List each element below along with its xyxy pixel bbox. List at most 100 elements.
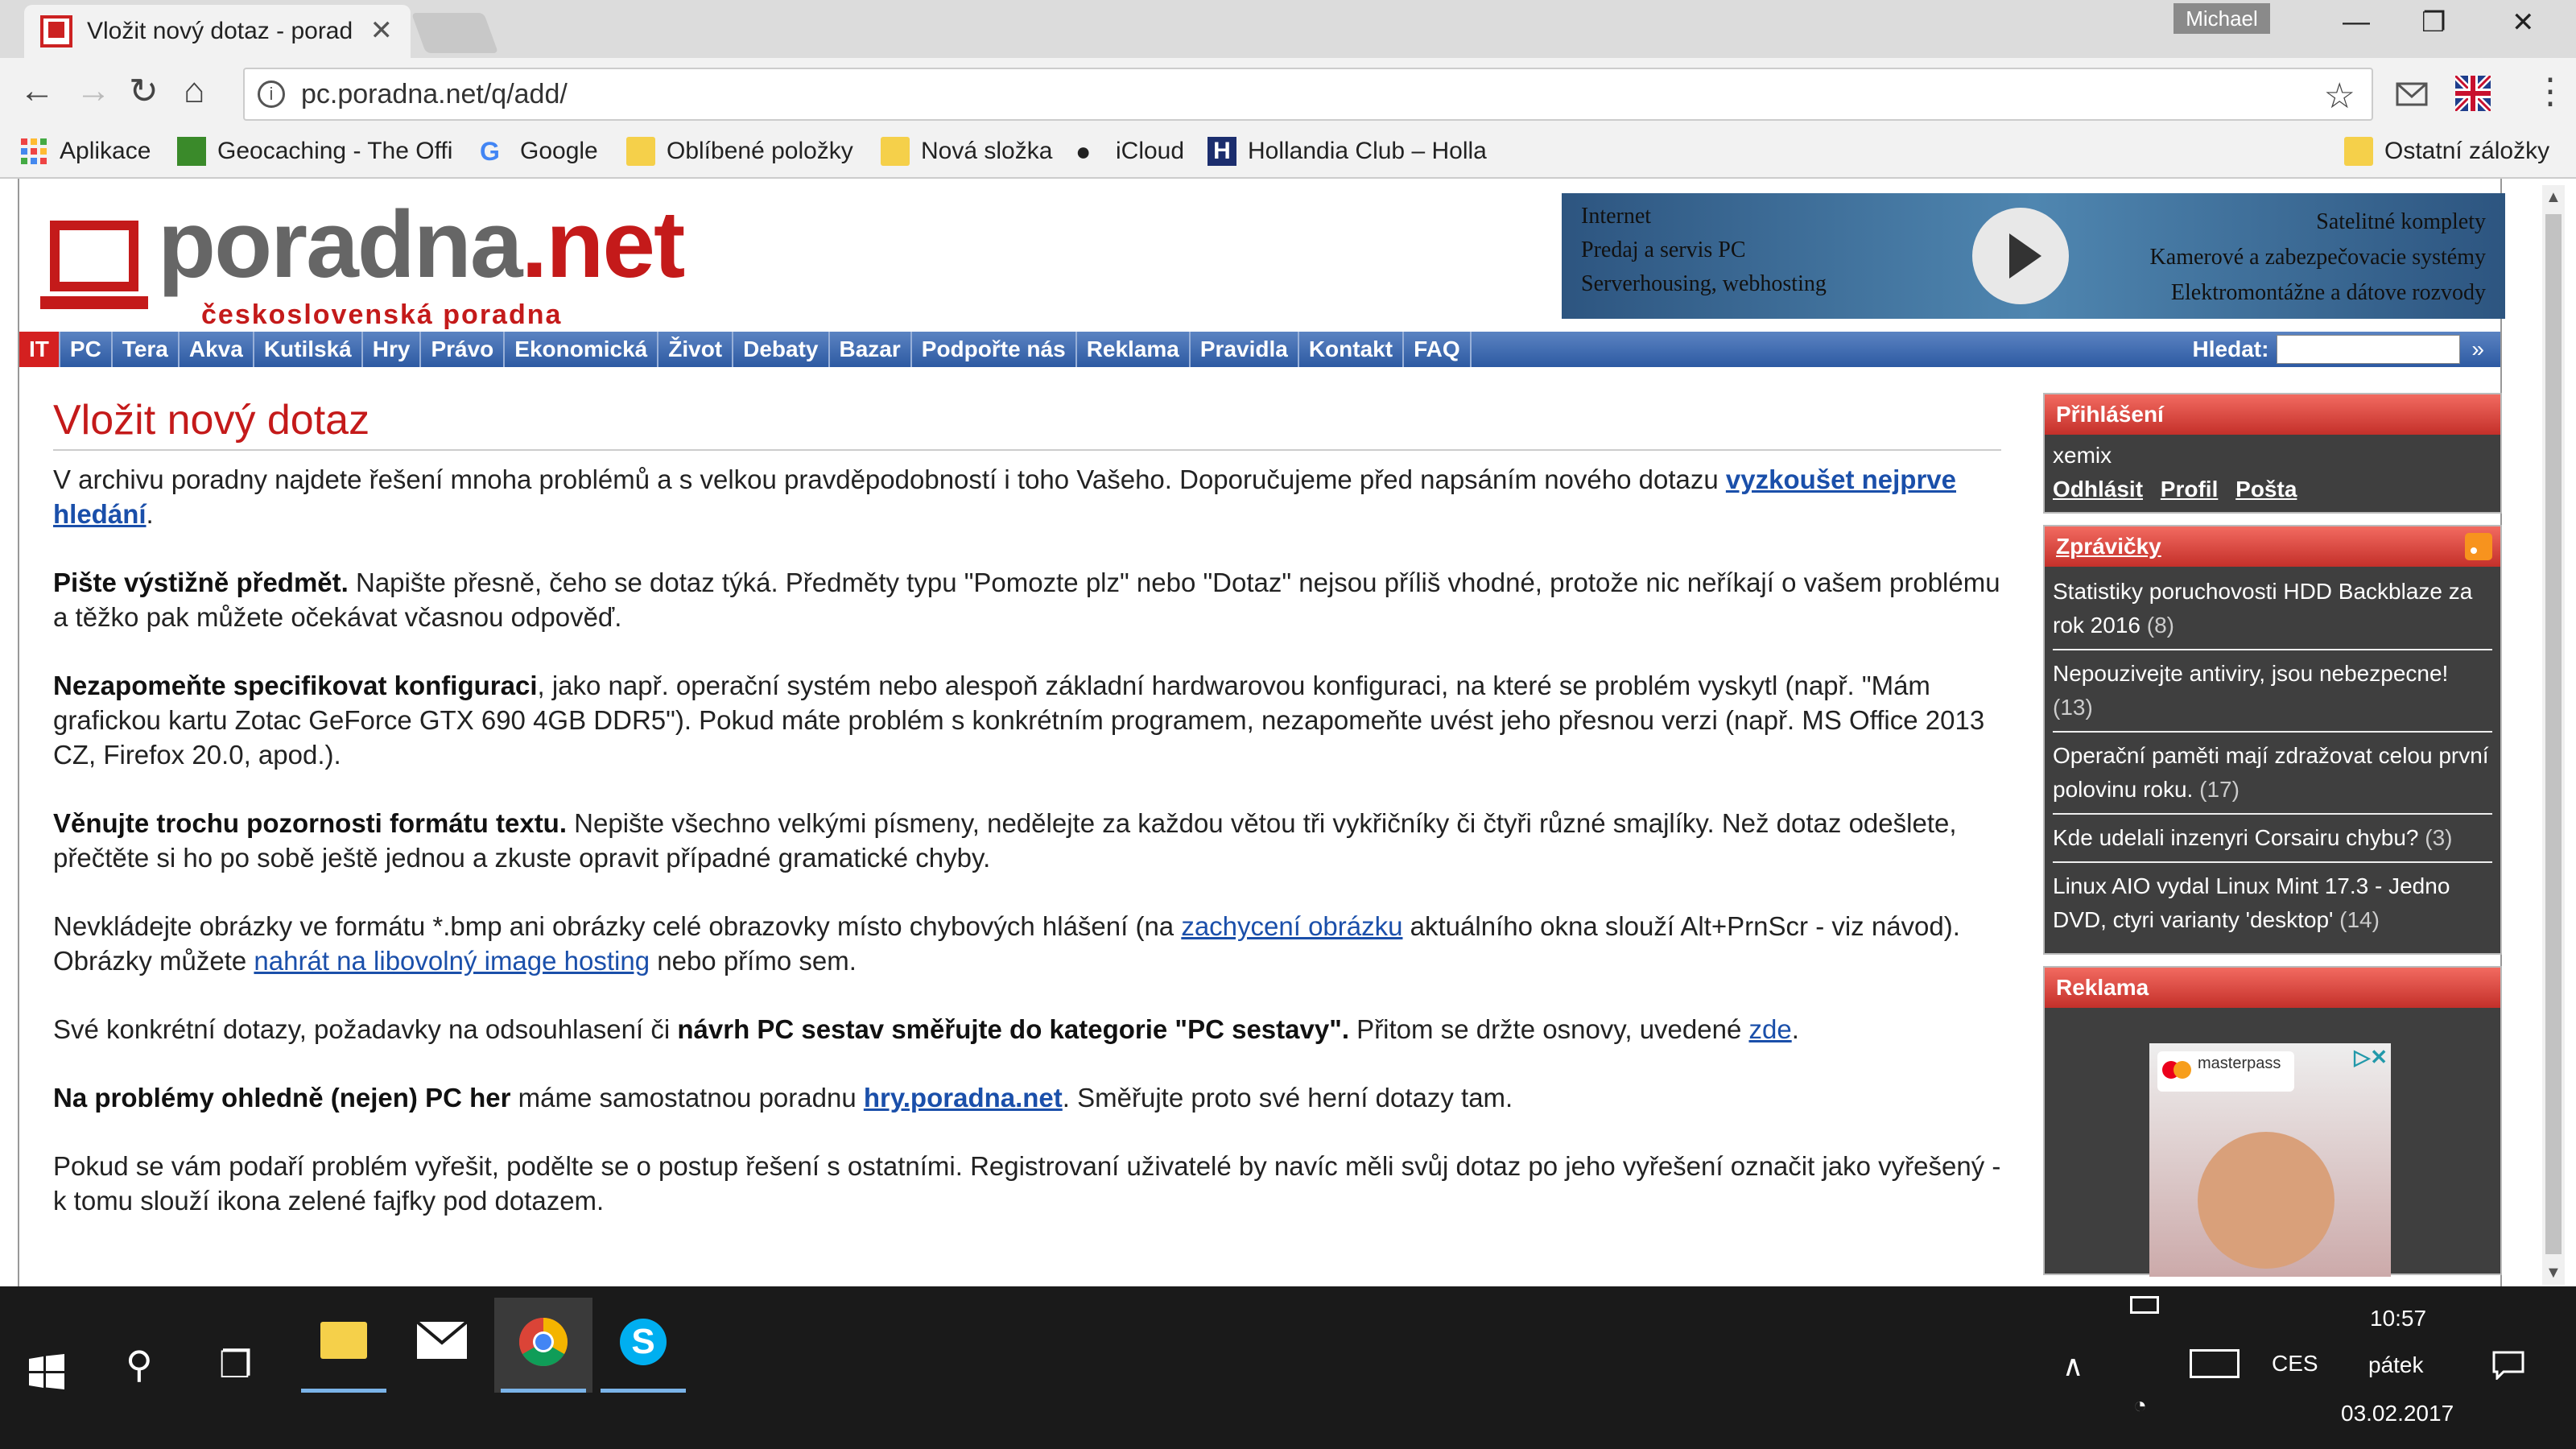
nav-faq[interactable]: FAQ <box>1404 332 1472 367</box>
scrollbar[interactable]: ▲ ▼ <box>2542 185 2565 1285</box>
nav-pravo[interactable]: Právo <box>421 332 506 367</box>
chrome-icon <box>518 1318 568 1367</box>
hollandia-icon: H <box>1208 137 1236 166</box>
news-item[interactable]: Kde udelali inzenyri Corsairu chybu? (3) <box>2053 815 2492 863</box>
bookmark-google[interactable]: G Google <box>480 137 598 166</box>
forward-icon[interactable]: → <box>76 71 111 111</box>
nav-zivot[interactable]: Život <box>658 332 734 367</box>
scroll-thumb[interactable] <box>2545 214 2562 1254</box>
outline-link[interactable]: zde <box>1748 1014 1791 1044</box>
nav-akva[interactable]: Akva <box>180 332 254 367</box>
nav-pravidla[interactable]: Pravidla <box>1191 332 1299 367</box>
rss-icon[interactable] <box>2465 533 2492 560</box>
paragraph-config: Nezapomeňte specifikovat konfiguraci, ja… <box>53 671 1985 770</box>
nav-hry[interactable]: Hry <box>363 332 422 367</box>
uk-flag-icon[interactable] <box>2455 76 2491 111</box>
bookmark-geocaching[interactable]: Geocaching - The Offi <box>177 137 452 166</box>
clock-date[interactable]: 03.02.2017 <box>2341 1401 2454 1426</box>
bookmark-apps[interactable]: Aplikace <box>19 137 151 166</box>
games-site-link[interactable]: hry.poradna.net <box>864 1083 1063 1113</box>
search-input[interactable] <box>2277 335 2461 364</box>
ad-image[interactable]: masterpass ▷✕ <box>2149 1043 2391 1277</box>
mail-link[interactable]: Pošta <box>2235 477 2297 502</box>
tab-strip: Vložit nový dotaz - porad ✕ Michael — ❐ … <box>0 0 2576 58</box>
keyboard-icon[interactable] <box>2190 1349 2240 1378</box>
address-bar[interactable]: i pc.poradna.net/q/add/ ☆ <box>243 68 2373 121</box>
play-icon[interactable] <box>1972 208 2069 304</box>
site-info-icon[interactable]: i <box>258 80 285 108</box>
wifi-icon[interactable]: ◔ <box>2133 1393 2147 1418</box>
bookmark-star-icon[interactable]: ☆ <box>2324 76 2355 117</box>
tab-title: Vložit nový dotaz - porad <box>87 18 353 44</box>
clock-time[interactable]: 10:57 <box>2370 1306 2426 1331</box>
reload-icon[interactable]: ↻ <box>129 71 159 112</box>
nav-it[interactable]: IT <box>19 332 60 367</box>
battery-icon[interactable] <box>2130 1296 2159 1314</box>
browser-toolbar: ← → ↻ ⌂ i pc.poradna.net/q/add/ ☆ ⋮ <box>0 58 2576 130</box>
username: xemix <box>2053 443 2112 468</box>
profile-button[interactable]: Michael <box>2174 3 2270 34</box>
bookmark-other[interactable]: Ostatní záložky <box>2344 137 2549 166</box>
minimize-icon[interactable]: — <box>2343 6 2370 38</box>
task-view-icon[interactable]: ❐ <box>219 1343 252 1386</box>
google-icon: G <box>480 137 500 166</box>
bookmark-folder-nova[interactable]: Nová složka <box>881 137 1052 166</box>
skype-icon: S <box>620 1319 667 1365</box>
bookmark-icloud[interactable]: ● iCloud <box>1075 137 1184 166</box>
nav-podporte[interactable]: Podpořte nás <box>912 332 1077 367</box>
search-icon[interactable]: ⚲ <box>126 1343 153 1386</box>
back-icon[interactable]: ← <box>19 71 55 111</box>
windows-start-icon[interactable] <box>29 1354 64 1389</box>
news-item[interactable]: Statistiky poruchovosti HDD Backblaze za… <box>2053 568 2492 650</box>
main-nav: IT PC Tera Akva Kutilská Hry Právo Ekono… <box>19 332 2500 367</box>
home-icon[interactable]: ⌂ <box>184 71 205 111</box>
nav-debaty[interactable]: Debaty <box>733 332 830 367</box>
image-hosting-link[interactable]: nahrát na libovolný image hosting <box>254 946 650 976</box>
news-item[interactable]: Linux AIO vydal Linux Mint 17.3 - Jedno … <box>2053 863 2492 943</box>
paragraph-subject: Pište výstižně předmět. Napište přesně, … <box>53 568 2000 632</box>
file-explorer-app[interactable] <box>295 1298 393 1393</box>
menu-icon[interactable]: ⋮ <box>2533 71 2568 112</box>
bookmark-hollandia[interactable]: H Hollandia Club – Holla <box>1208 137 1489 166</box>
ad-header: Reklama <box>2045 968 2500 1008</box>
nav-ekonomicka[interactable]: Ekonomická <box>505 332 659 367</box>
site-logo[interactable]: poradna.net československá poradna <box>32 192 692 330</box>
nav-kutilska[interactable]: Kutilská <box>254 332 363 367</box>
folder-icon <box>626 137 655 166</box>
apps-grid-icon <box>21 138 47 164</box>
ad-banner[interactable]: Internet Predaj a servis PC Serverhousin… <box>1562 193 2505 319</box>
tab-close-icon[interactable]: ✕ <box>370 14 394 47</box>
language-indicator[interactable]: CES <box>2272 1351 2318 1377</box>
skype-app[interactable]: S <box>594 1298 692 1393</box>
ad-box: Reklama masterpass ▷✕ <box>2043 966 2502 1277</box>
login-box: Přihlášení xemix Odhlásit Profil Pošta <box>2043 393 2502 514</box>
news-item[interactable]: Nepouzivejte antiviry, jsou nebezpecne! … <box>2053 650 2492 733</box>
search-go-button[interactable]: » <box>2471 336 2484 362</box>
new-tab-button[interactable] <box>411 13 499 53</box>
nav-bazar[interactable]: Bazar <box>830 332 912 367</box>
capture-image-link[interactable]: zachycení obrázku <box>1181 911 1402 941</box>
news-item[interactable]: Operační paměti mají zdražovat celou prv… <box>2053 733 2492 815</box>
profile-link[interactable]: Profil <box>2161 477 2219 502</box>
nav-kontakt[interactable]: Kontakt <box>1299 332 1405 367</box>
nav-pc[interactable]: PC <box>60 332 113 367</box>
chrome-app[interactable] <box>494 1298 592 1393</box>
notifications-icon[interactable] <box>2492 1351 2524 1380</box>
show-hidden-icons[interactable]: ∧ <box>2062 1349 2083 1383</box>
window-close-icon[interactable]: ✕ <box>2512 6 2535 39</box>
restore-icon[interactable]: ❐ <box>2421 6 2446 39</box>
extension-mail-icon[interactable] <box>2394 76 2429 111</box>
news-header-link[interactable]: Zprávičky <box>2056 534 2161 559</box>
nav-reklama[interactable]: Reklama <box>1077 332 1191 367</box>
logout-link[interactable]: Odhlásit <box>2053 477 2143 502</box>
mail-app[interactable] <box>393 1298 491 1393</box>
browser-tab[interactable]: Vložit nový dotaz - porad ✕ <box>24 5 411 58</box>
clock-day[interactable]: pátek <box>2368 1352 2424 1378</box>
nav-tera[interactable]: Tera <box>113 332 180 367</box>
mail-icon <box>417 1322 467 1359</box>
ad-close-icon[interactable]: ▷✕ <box>2354 1045 2388 1070</box>
scroll-up-icon[interactable]: ▲ <box>2545 188 2562 207</box>
scroll-down-icon[interactable]: ▼ <box>2545 1264 2562 1282</box>
bookmark-folder-oblibene[interactable]: Oblíbené položky <box>626 137 853 166</box>
laptop-logo-icon <box>50 221 138 291</box>
